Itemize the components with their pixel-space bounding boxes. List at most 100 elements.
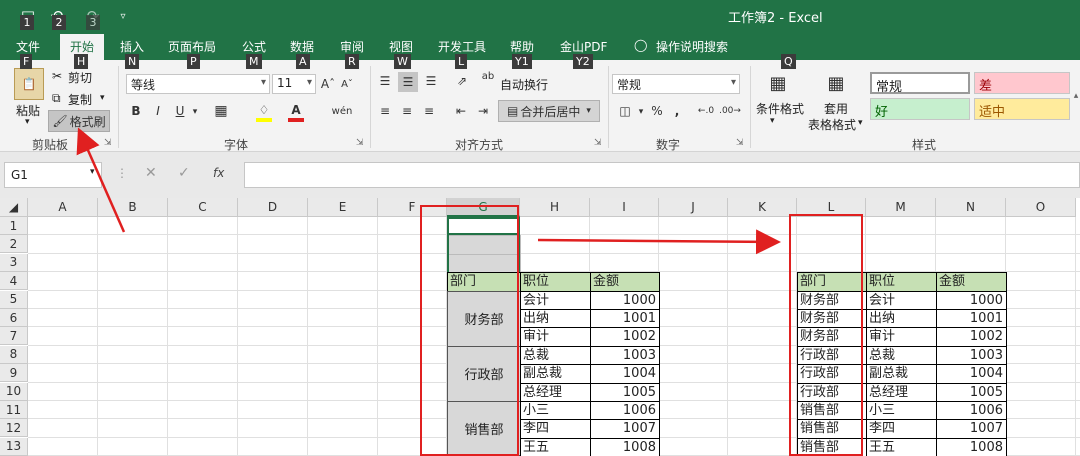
paste-dropdown-icon[interactable]: ▾ xyxy=(25,117,30,127)
copy-dropdown-icon[interactable]: ▾ xyxy=(100,93,105,103)
paste-icon[interactable]: 📋 xyxy=(14,68,44,100)
tab-insert[interactable]: 插入 xyxy=(120,38,144,55)
column-header-h[interactable]: H xyxy=(520,198,590,217)
left-amount-cell[interactable]: 1008 xyxy=(590,437,660,456)
column-header-d[interactable]: D xyxy=(238,198,308,217)
table-format-dropdown-icon[interactable]: ▾ xyxy=(858,118,863,128)
left-position-cell[interactable]: 副总裁 xyxy=(520,364,591,384)
copy-button[interactable]: 复制 xyxy=(68,91,92,108)
left-position-cell[interactable]: 会计 xyxy=(520,290,591,310)
decrease-indent-icon[interactable]: ⇤ xyxy=(452,102,470,120)
left-position-cell[interactable]: 王五 xyxy=(520,437,591,456)
font-launcher-icon[interactable]: ⇲ xyxy=(356,138,364,148)
customize-qat-icon[interactable]: ▿ xyxy=(116,6,130,26)
styles-scroll-icon[interactable]: ▴ xyxy=(1072,72,1080,120)
clipboard-launcher-icon[interactable]: ⇲ xyxy=(104,138,112,148)
row-header-10[interactable]: 10 xyxy=(0,382,28,401)
right-position-cell[interactable]: 出纳 xyxy=(866,309,937,329)
accounting-format-icon[interactable]: ◫ xyxy=(614,102,636,120)
style-good[interactable]: 好 xyxy=(870,98,970,120)
tab-formulas[interactable]: 公式 xyxy=(242,38,266,55)
row-header-2[interactable]: 2 xyxy=(0,235,28,254)
tab-wps-pdf[interactable]: 金山PDF xyxy=(560,38,607,55)
wrap-text-button[interactable]: 自动换行 xyxy=(500,76,548,93)
font-color-icon[interactable]: A xyxy=(286,100,306,120)
align-right-icon[interactable]: ≡ xyxy=(420,102,438,120)
row-header-3[interactable]: 3 xyxy=(0,253,28,272)
cut-button[interactable]: 剪切 xyxy=(68,69,92,86)
column-header-a[interactable]: A xyxy=(28,198,98,217)
row-header-9[interactable]: 9 xyxy=(0,364,28,383)
tell-me-search[interactable]: 操作说明搜索 xyxy=(656,38,728,55)
align-top-icon[interactable]: ☰ xyxy=(376,72,394,90)
left-amount-cell[interactable]: 1002 xyxy=(590,327,660,347)
right-amount-cell[interactable]: 1003 xyxy=(936,345,1007,366)
left-amount-cell[interactable]: 1001 xyxy=(590,309,660,329)
conditional-formatting-button[interactable]: 条件格式 xyxy=(756,100,804,117)
left-position-cell[interactable]: 出纳 xyxy=(520,309,591,329)
tab-page-layout[interactable]: 页面布局 xyxy=(168,38,216,55)
font-size-combo[interactable]: 11 ▾ xyxy=(272,74,316,94)
percent-button[interactable]: % xyxy=(648,102,666,120)
align-bottom-icon[interactable]: ☰ xyxy=(422,72,440,90)
left-header-cell[interactable]: 职位 xyxy=(520,272,591,292)
row-header-1[interactable]: 1 xyxy=(0,217,28,235)
right-amount-cell[interactable]: 1001 xyxy=(936,309,1007,329)
spreadsheet-grid[interactable]: ◢ ABCDEFGHIJKLMNO 1 2 3 4 5 6 7 8 9 10 11 12 13 部门 职位… xyxy=(0,198,1080,456)
right-amount-cell[interactable]: 1002 xyxy=(936,327,1007,347)
row-header-11[interactable]: 11 xyxy=(0,401,28,419)
italic-button[interactable]: I xyxy=(150,102,166,120)
fill-color-icon[interactable]: ♢ xyxy=(254,100,274,120)
format-as-table-line1[interactable]: 套用 xyxy=(824,100,848,117)
row-header-6[interactable]: 6 xyxy=(0,309,28,327)
orientation-icon[interactable]: ⇗ xyxy=(452,72,472,90)
left-header-cell[interactable]: 金额 xyxy=(590,272,660,292)
left-position-cell[interactable]: 审计 xyxy=(520,327,591,347)
right-position-cell[interactable]: 总裁 xyxy=(866,345,937,366)
number-format-combo[interactable]: 常规 ▾ xyxy=(612,74,740,94)
font-name-combo[interactable]: 等线 ▾ xyxy=(126,74,270,94)
row-header-7[interactable]: 7 xyxy=(0,327,28,346)
right-amount-cell[interactable]: 1000 xyxy=(936,290,1007,310)
right-amount-cell[interactable]: 1007 xyxy=(936,419,1007,439)
right-position-cell[interactable]: 小三 xyxy=(866,401,937,421)
increase-decimal-icon[interactable]: ←.0 xyxy=(696,102,716,120)
name-box[interactable]: G1 xyxy=(4,162,102,188)
right-amount-cell[interactable]: 1004 xyxy=(936,364,1007,384)
underline-button[interactable]: U xyxy=(172,102,188,120)
left-amount-cell[interactable]: 1004 xyxy=(590,364,660,384)
right-position-cell[interactable]: 总经理 xyxy=(866,382,937,402)
enter-icon[interactable]: ✓ xyxy=(178,165,190,181)
row-header-12[interactable]: 12 xyxy=(0,419,28,438)
right-header-cell[interactable]: 职位 xyxy=(866,272,937,292)
column-header-c[interactable]: C xyxy=(168,198,238,217)
tab-review[interactable]: 审阅 xyxy=(340,38,364,55)
format-painter-button[interactable]: 🖌 格式刷 xyxy=(48,110,110,132)
format-as-table-icon[interactable]: ▦ xyxy=(822,68,850,98)
column-header-m[interactable]: M xyxy=(866,198,936,217)
conditional-formatting-icon[interactable]: ▦ xyxy=(764,68,792,98)
right-position-cell[interactable]: 会计 xyxy=(866,290,937,310)
cancel-icon[interactable]: ✕ xyxy=(145,165,157,181)
formula-input[interactable] xyxy=(244,162,1080,188)
tab-help[interactable]: 帮助 xyxy=(510,38,534,55)
increase-font-icon[interactable]: Aˆ xyxy=(320,75,336,93)
right-position-cell[interactable]: 审计 xyxy=(866,327,937,347)
left-amount-cell[interactable]: 1006 xyxy=(590,401,660,421)
alignment-launcher-icon[interactable]: ⇲ xyxy=(594,138,602,148)
bold-button[interactable]: B xyxy=(128,102,144,120)
row-header-8[interactable]: 8 xyxy=(0,345,28,364)
phonetic-icon[interactable]: wén xyxy=(330,100,354,122)
number-launcher-icon[interactable]: ⇲ xyxy=(736,138,744,148)
select-all-corner[interactable]: ◢ xyxy=(0,198,28,217)
column-header-i[interactable]: I xyxy=(590,198,659,217)
column-header-e[interactable]: E xyxy=(308,198,378,217)
row-header-5[interactable]: 5 xyxy=(0,290,28,309)
format-as-table-line2[interactable]: 表格格式 xyxy=(808,116,856,133)
right-header-cell[interactable]: 金额 xyxy=(936,272,1007,292)
left-position-cell[interactable]: 李四 xyxy=(520,419,591,439)
left-position-cell[interactable]: 总裁 xyxy=(520,345,591,366)
right-position-cell[interactable]: 副总裁 xyxy=(866,364,937,384)
row-header-13[interactable]: 13 xyxy=(0,437,28,456)
left-amount-cell[interactable]: 1003 xyxy=(590,345,660,366)
